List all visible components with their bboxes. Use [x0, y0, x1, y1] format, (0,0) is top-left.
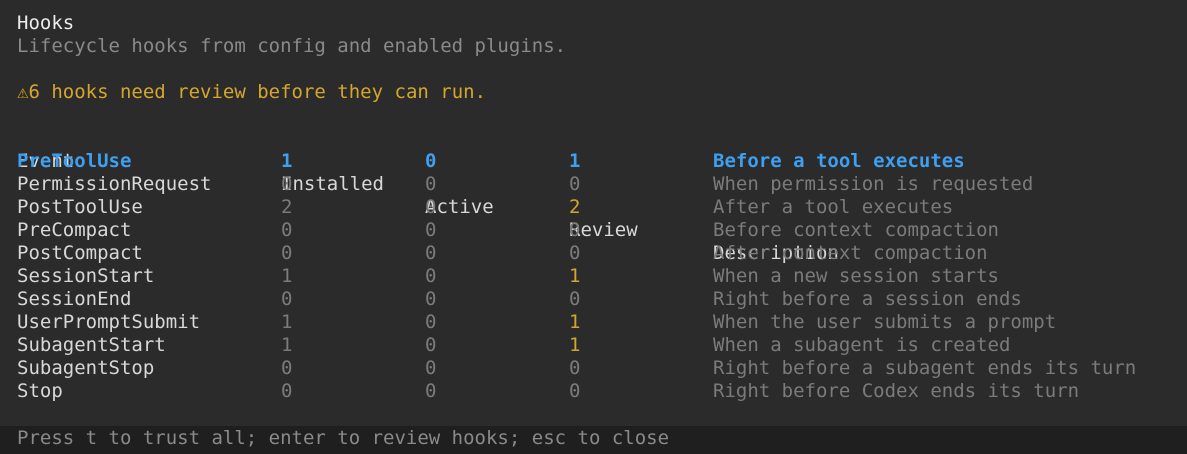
hook-event-name: PreToolUse	[17, 150, 132, 172]
hook-active-count: 0	[425, 265, 437, 287]
hook-installed-count: 1	[281, 150, 293, 172]
hook-active-count: 0	[425, 150, 437, 172]
hook-installed-count: 1	[281, 334, 293, 356]
hook-event-name: SessionStart	[17, 265, 155, 287]
hook-row-subagentstop[interactable]: SubagentStop 0 0 0 Right before a subagent e…	[17, 357, 1182, 380]
hook-event-name: PostCompact	[17, 242, 143, 264]
hook-row-permissionrequest[interactable]: PermissionRequest 0 0 0 When permission is r…	[17, 173, 1182, 196]
hook-event-name: PostToolUse	[17, 196, 143, 218]
hook-event-name: UserPromptSubmit	[17, 311, 201, 333]
hook-active-count: 0	[425, 196, 437, 218]
footer-bar: Press t to trust all; enter to review ho…	[0, 426, 1187, 454]
hook-active-count: 0	[425, 311, 437, 333]
hook-description: After a tool executes	[713, 196, 954, 218]
hook-description: Right before a subagent ends its turn	[713, 357, 1137, 379]
hook-installed-count: 1	[281, 311, 293, 333]
hook-row-userpromptsubmit[interactable]: UserPromptSubmit 1 0 1 When the user submits…	[17, 311, 1182, 334]
hook-review-count: 1	[569, 311, 581, 333]
hooks-panel: Hooks Lifecycle hooks from config and en…	[17, 12, 1182, 403]
hook-row-stop[interactable]: Stop 0 0 0 Right before Codex ends its turn	[17, 380, 1182, 403]
hook-installed-count: 0	[281, 242, 293, 264]
warning-text: 6 hooks need review before they can run.	[28, 81, 487, 103]
warning-icon: ⚠	[17, 81, 29, 103]
hook-description: When permission is requested	[713, 173, 1034, 195]
hook-review-count: 1	[569, 265, 581, 287]
hook-description: Before a tool executes	[713, 150, 965, 172]
hook-active-count: 0	[425, 173, 437, 195]
hook-event-name: SubagentStop	[17, 357, 155, 379]
hook-description: Right before a session ends	[713, 288, 1022, 310]
hook-active-count: 0	[425, 357, 437, 379]
hook-description: When a new session starts	[713, 265, 999, 287]
hook-installed-count: 0	[281, 380, 293, 402]
hook-review-count: 0	[569, 173, 581, 195]
hook-row-pretooluse[interactable]: PreToolUse 1 0 1 Before a tool executes	[17, 150, 1182, 173]
hook-installed-count: 2	[281, 196, 293, 218]
hook-active-count: 0	[425, 334, 437, 356]
hook-installed-count: 0	[281, 288, 293, 310]
hook-review-count: 0	[569, 242, 581, 264]
hook-installed-count: 1	[281, 265, 293, 287]
footer-hint: Press t to trust all; enter to review ho…	[17, 427, 670, 449]
hook-row-posttooluse[interactable]: PostToolUse 2 0 2 After a tool executes	[17, 196, 1182, 219]
panel-title: Hooks	[17, 12, 75, 34]
hook-active-count: 0	[425, 288, 437, 310]
hook-event-name: PreCompact	[17, 219, 132, 241]
hook-review-count: 0	[569, 357, 581, 379]
hooks-table-body: PreToolUse 1 0 1 Before a tool executes Permi…	[17, 150, 1182, 403]
hook-description: Right before Codex ends its turn	[713, 380, 1080, 402]
table-header: Event Installed Active Review Descriptio…	[17, 127, 1182, 264]
hook-row-sessionstart[interactable]: SessionStart 1 0 1 When a new session starts	[17, 265, 1182, 288]
hook-review-count: 2	[569, 196, 581, 218]
hook-description: When the user submits a prompt	[713, 311, 1057, 333]
hook-active-count: 0	[425, 219, 437, 241]
hook-review-count: 0	[569, 219, 581, 241]
hook-row-subagentstart[interactable]: SubagentStart 1 0 1 When a subagent is creat…	[17, 334, 1182, 357]
hook-row-precompact[interactable]: PreCompact 0 0 0 Before context compaction	[17, 219, 1182, 242]
panel-subtitle: Lifecycle hooks from config and enabled …	[17, 35, 567, 57]
hook-description: When a subagent is created	[713, 334, 1011, 356]
hook-active-count: 0	[425, 380, 437, 402]
hook-row-sessionend[interactable]: SessionEnd 0 0 0 Right before a session ends	[17, 288, 1182, 311]
hook-review-count: 1	[569, 334, 581, 356]
hook-review-count: 0	[569, 380, 581, 402]
hook-review-count: 0	[569, 288, 581, 310]
hook-event-name: PermissionRequest	[17, 173, 212, 195]
hook-event-name: Stop	[17, 380, 63, 402]
hook-description: Before context compaction	[713, 219, 999, 241]
hook-description: After context compaction	[713, 242, 988, 264]
hook-installed-count: 0	[281, 357, 293, 379]
hook-review-count: 1	[569, 150, 581, 172]
hook-row-postcompact[interactable]: PostCompact 0 0 0 After context compaction	[17, 242, 1182, 265]
hook-installed-count: 0	[281, 173, 293, 195]
hook-event-name: SessionEnd	[17, 288, 132, 310]
hook-active-count: 0	[425, 242, 437, 264]
hook-event-name: SubagentStart	[17, 334, 166, 356]
review-warning: ⚠6 hooks need review before they can run…	[17, 81, 1182, 104]
hook-installed-count: 0	[281, 219, 293, 241]
